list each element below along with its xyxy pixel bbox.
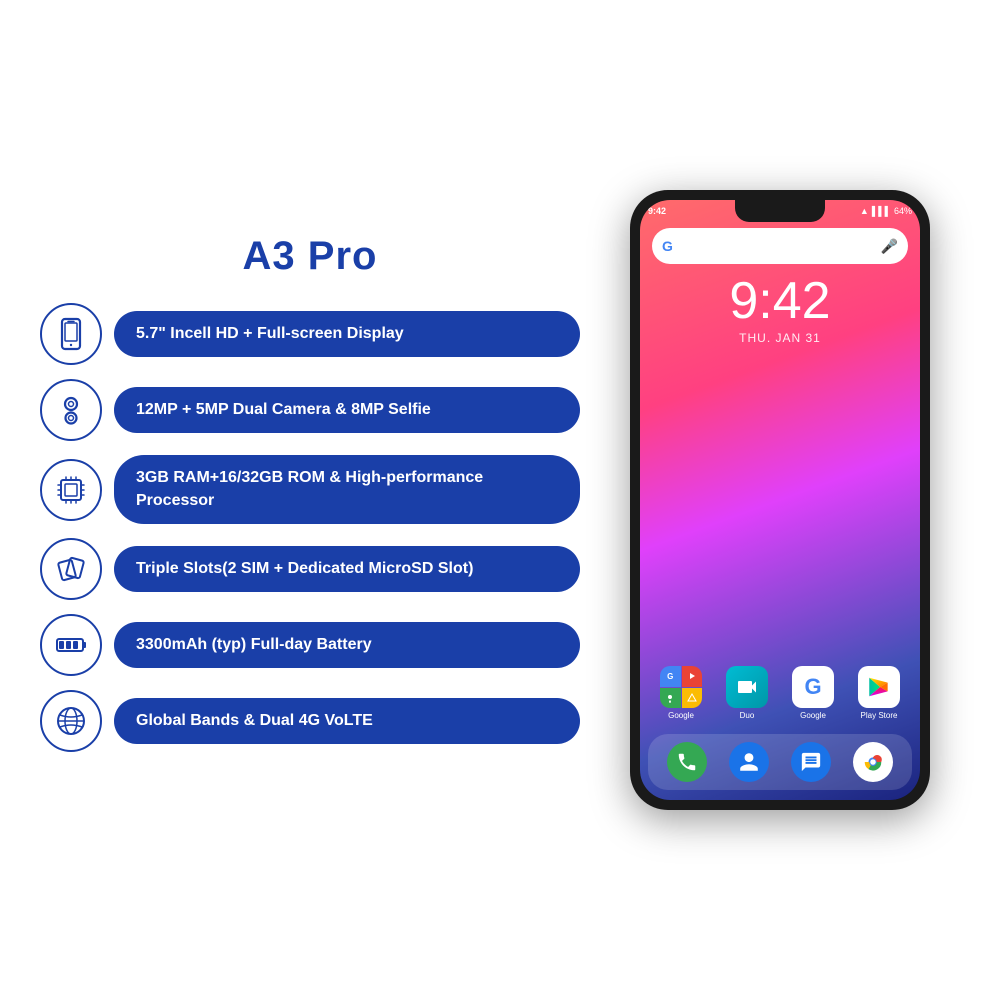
duo-label: Duo [740, 711, 755, 720]
processor-icon [53, 472, 89, 508]
duo-icon [726, 666, 768, 708]
clock-date: THU. JAN 31 [640, 331, 920, 345]
camera-text: 12MP + 5MP Dual Camera & 8MP Selfie [136, 401, 431, 418]
global-pill: Global Bands & Dual 4G VoLTE [114, 698, 580, 744]
sim-text: Triple Slots(2 SIM + Dedicated MicroSD S… [136, 560, 473, 577]
app-google-cluster[interactable]: G Google [660, 666, 702, 720]
google-g-logo: G [662, 238, 673, 254]
camera-icon [53, 392, 89, 428]
gc-search: G [660, 666, 681, 687]
dock-contacts[interactable] [729, 742, 769, 782]
clock-display: 9:42 THU. JAN 31 [640, 275, 920, 345]
dock-chrome[interactable] [853, 742, 893, 782]
display-icon-circle [40, 303, 102, 365]
battery-pill: 3300mAh (typ) Full-day Battery [114, 622, 580, 668]
global-text: Global Bands & Dual 4G VoLTE [136, 712, 373, 729]
phone-outer: 9:42 ▲ ▌▌▌ 64% G 🎤 9:42 THU. JAN 31 [630, 190, 930, 810]
app-duo[interactable]: Duo [726, 666, 768, 720]
camera-icon-circle [40, 379, 102, 441]
app-google-search[interactable]: G Google [792, 666, 834, 720]
sim-icon [53, 551, 89, 587]
feature-processor: 3GB RAM+16/32GB ROM & High-performance P… [40, 455, 580, 524]
play-store-icon [858, 666, 900, 708]
play-store-label: Play Store [861, 711, 898, 720]
processor-pill: 3GB RAM+16/32GB ROM & High-performance P… [114, 455, 580, 524]
display-pill: 5.7" Incell HD + Full-screen Display [114, 311, 580, 357]
dock-messages[interactable] [791, 742, 831, 782]
page-container: A3 Pro 5.7" Incell HD + Full-screen Disp… [0, 0, 1000, 1000]
feature-display: 5.7" Incell HD + Full-screen Display [40, 303, 580, 365]
status-icons: ▲ ▌▌▌ 64% [860, 206, 912, 216]
bottom-dock [648, 734, 912, 790]
camera-pill: 12MP + 5MP Dual Camera & 8MP Selfie [114, 387, 580, 433]
globe-icon [53, 703, 89, 739]
display-text: 5.7" Incell HD + Full-screen Display [136, 325, 404, 342]
google-search-icon: G [792, 666, 834, 708]
gc-drive [682, 688, 703, 709]
gc-maps [660, 688, 681, 709]
google-cluster-icon: G [660, 666, 702, 708]
google-cluster-label: Google [668, 711, 694, 720]
globe-icon-circle [40, 690, 102, 752]
processor-text: 3GB RAM+16/32GB ROM & High-performance P… [136, 469, 483, 508]
sim-pill: Triple Slots(2 SIM + Dedicated MicroSD S… [114, 546, 580, 592]
mic-icon: 🎤 [881, 238, 898, 255]
status-time: 9:42 [648, 206, 666, 216]
left-panel: A3 Pro 5.7" Incell HD + Full-screen Disp… [40, 234, 580, 766]
gc-youtube [682, 666, 703, 687]
sim-icon-circle [40, 538, 102, 600]
clock-time: 9:42 [640, 275, 920, 327]
app-grid: G Google [640, 666, 920, 720]
google-search-label: Google [800, 711, 826, 720]
wifi-icon: ▲ [860, 206, 869, 216]
processor-icon-circle [40, 459, 102, 521]
feature-global: Global Bands & Dual 4G VoLTE [40, 690, 580, 752]
signal-icon: ▌▌▌ [872, 206, 891, 216]
feature-sim: Triple Slots(2 SIM + Dedicated MicroSD S… [40, 538, 580, 600]
search-bar[interactable]: G 🎤 [652, 228, 908, 264]
dock-phone[interactable] [667, 742, 707, 782]
battery-icon [53, 627, 89, 663]
battery-icon-circle [40, 614, 102, 676]
phone-notch [735, 200, 825, 222]
right-panel: 9:42 ▲ ▌▌▌ 64% G 🎤 9:42 THU. JAN 31 [600, 190, 960, 810]
display-icon [53, 316, 89, 352]
feature-battery: 3300mAh (typ) Full-day Battery [40, 614, 580, 676]
phone-screen: 9:42 ▲ ▌▌▌ 64% G 🎤 9:42 THU. JAN 31 [640, 200, 920, 800]
feature-camera: 12MP + 5MP Dual Camera & 8MP Selfie [40, 379, 580, 441]
battery-text: 3300mAh (typ) Full-day Battery [136, 636, 372, 653]
product-title: A3 Pro [40, 234, 580, 279]
battery-status-icon: 64% [894, 206, 912, 216]
app-play-store[interactable]: Play Store [858, 666, 900, 720]
